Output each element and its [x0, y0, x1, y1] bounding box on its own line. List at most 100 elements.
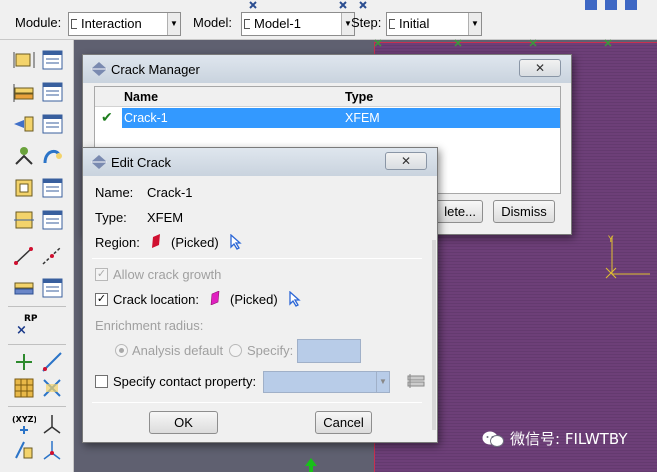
step-value: Initial [399, 16, 430, 31]
wechat-icon [482, 431, 504, 447]
create-property-icon[interactable] [407, 373, 425, 392]
crack-name-cell: Crack-1 [124, 111, 168, 125]
table-row[interactable]: ✔ Crack-1 XFEM [95, 108, 560, 128]
connector-section-icon[interactable] [40, 144, 64, 168]
svg-text:Y: Y [607, 235, 614, 245]
create-interaction-icon[interactable] [12, 48, 36, 72]
create-crack-icon[interactable] [12, 244, 36, 268]
model-combo[interactable]: Model-1 ▼ [241, 12, 355, 36]
watermark: 微信号: FILWTBY [482, 428, 627, 449]
constraint-manager-icon[interactable] [40, 112, 64, 136]
axis-triad-icon: Y [605, 235, 650, 279]
contact-property-select[interactable]: ▼ [263, 371, 390, 393]
step-label: Step: [351, 15, 382, 30]
crack-manager-icon[interactable] [40, 244, 64, 268]
create-csys-icon[interactable]: (XYZ) [12, 412, 37, 436]
step-combo[interactable]: Initial ▼ [386, 12, 482, 36]
analysis-default-label: Analysis default [132, 343, 224, 358]
datum-axis-icon[interactable] [40, 350, 64, 374]
column-header-name: Name [124, 90, 159, 104]
reference-point-icon[interactable]: RP × [14, 312, 38, 338]
selected-row[interactable]: Crack-1 XFEM [122, 108, 560, 128]
datum-csys-icon[interactable] [40, 438, 64, 462]
crack-location-label: Crack location: [113, 292, 199, 307]
pick-arrow-icon[interactable] [229, 233, 243, 253]
module-value: Interaction [81, 16, 142, 31]
create-amplitude-icon[interactable] [12, 276, 36, 300]
crack-type-cell: XFEM [345, 111, 380, 125]
view-icon[interactable] [585, 0, 597, 10]
axis-triad-icon[interactable] [40, 412, 64, 436]
view-icon[interactable] [605, 0, 617, 10]
region-face-icon [151, 234, 161, 251]
create-connector-icon[interactable] [12, 144, 36, 168]
boundary-markers [374, 39, 612, 47]
specify-label: Specify: [247, 343, 294, 358]
toolbar-icons[interactable] [210, 0, 460, 12]
type-value: XFEM [147, 210, 184, 225]
view-icon[interactable] [625, 0, 637, 10]
chevron-down-icon[interactable]: ▼ [376, 372, 389, 392]
chevron-down-icon[interactable]: ▼ [468, 13, 481, 35]
module-combo[interactable]: Interaction ▼ [68, 12, 181, 36]
datum-plane-icon[interactable] [12, 438, 36, 462]
partition-cell-icon[interactable] [12, 376, 36, 400]
name-label: Name: [95, 185, 134, 200]
context-bar: Module: Interaction ▼ Model: Model-1 ▼ S… [0, 0, 657, 40]
crack-manager-title: Crack Manager [111, 62, 200, 77]
wire-manager-icon[interactable] [40, 208, 64, 232]
dialog-icon [91, 62, 107, 79]
allow-growth-label: Allow crack growth [113, 267, 222, 282]
chevron-down-icon[interactable]: ▼ [167, 13, 180, 35]
module-label: Module: [15, 15, 62, 30]
contact-property-checkbox[interactable] [95, 375, 108, 388]
create-constraint-icon[interactable] [12, 112, 36, 136]
allow-growth-checkbox[interactable]: ✓ [95, 268, 108, 281]
model-value: Model-1 [254, 16, 301, 31]
create-fastener-icon[interactable] [12, 176, 36, 200]
datum-point-icon[interactable] [12, 350, 36, 374]
analysis-default-radio[interactable] [115, 344, 128, 357]
column-header-type: Type [345, 90, 374, 104]
type-label: Type: [95, 210, 127, 225]
region-label: Region: [95, 235, 140, 250]
fastener-manager-icon[interactable] [40, 176, 64, 200]
location-face-icon [210, 290, 220, 308]
check-icon[interactable]: ✔ [101, 109, 113, 126]
svg-text:(XYZ): (XYZ) [12, 415, 36, 424]
radius-input[interactable] [297, 339, 361, 363]
contact-property-label: Specify contact property: [113, 374, 257, 389]
specify-radio[interactable] [229, 344, 242, 357]
edit-crack-dialog: Edit Crack ✕ Name: Crack-1 Type: XFEM Re… [82, 147, 438, 443]
edit-crack-title: Edit Crack [111, 155, 171, 170]
watermark-text: 微信号: FILWTBY [510, 430, 628, 448]
property-manager-icon[interactable] [40, 80, 64, 104]
partition-face-icon[interactable] [40, 376, 64, 400]
model-label: Model: [193, 15, 233, 30]
toolbar-icon-strip[interactable] [585, 0, 657, 12]
region-value: (Picked) [171, 235, 219, 250]
crack-list-header: Name Type [95, 87, 560, 107]
enrichment-radius-label: Enrichment radius: [95, 318, 204, 333]
dismiss-button[interactable]: Dismiss [493, 200, 555, 223]
load-arrow-icon [305, 458, 317, 472]
scrollbar[interactable] [432, 240, 436, 430]
interaction-manager-icon[interactable] [40, 48, 64, 72]
svg-text:×: × [16, 323, 27, 336]
dialog-icon [91, 155, 107, 172]
close-button[interactable]: ✕ [519, 59, 561, 77]
crack-location-value: (Picked) [230, 292, 278, 307]
create-interaction-property-icon[interactable] [12, 80, 36, 104]
cancel-button[interactable]: Cancel [315, 411, 372, 434]
delete-button[interactable]: lete... [431, 200, 483, 223]
close-button[interactable]: ✕ [385, 152, 427, 170]
amplitude-manager-icon[interactable] [40, 276, 64, 300]
create-wire-icon[interactable] [12, 208, 36, 232]
toolbox: RP × (XYZ) [0, 40, 74, 472]
name-value: Crack-1 [147, 185, 193, 200]
crack-location-checkbox[interactable]: ✓ [95, 293, 108, 306]
ok-button[interactable]: OK [149, 411, 218, 434]
crack-manager-titlebar[interactable]: Crack Manager ✕ [83, 55, 571, 83]
edit-crack-titlebar[interactable]: Edit Crack ✕ [83, 148, 437, 176]
pick-arrow-icon[interactable] [288, 290, 302, 310]
